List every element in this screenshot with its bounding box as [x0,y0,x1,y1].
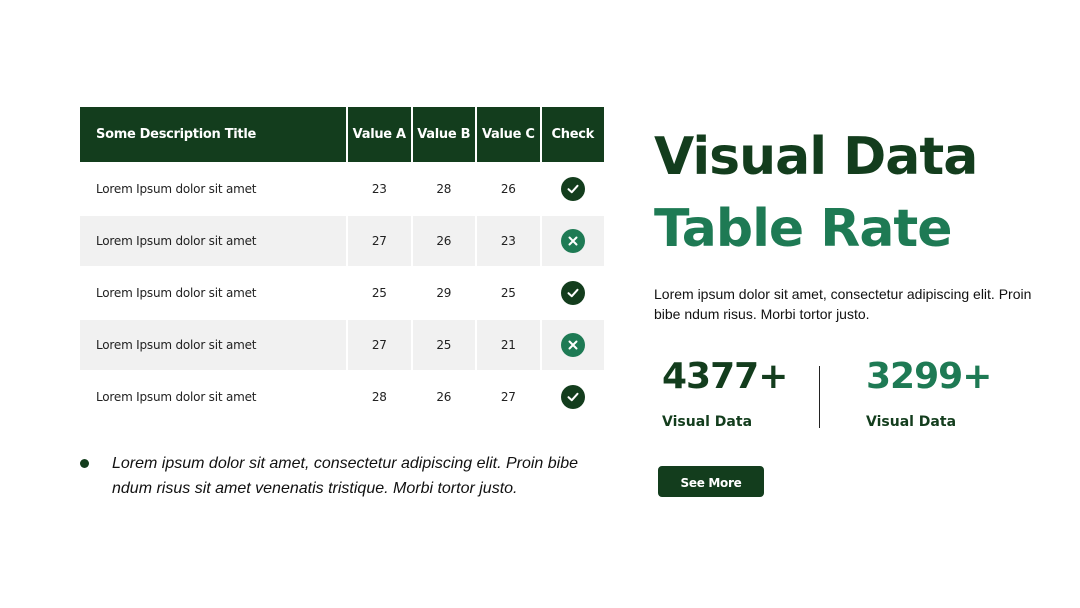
row-value-b: 26 [410,370,475,422]
row-value-a: 25 [346,266,411,318]
stat-1: 4377+ Visual Data [662,354,788,430]
row-value-b: 28 [410,162,475,214]
row-check-cell [539,318,604,370]
row-label: Lorem Ipsum dolor sit amet [80,370,346,422]
see-more-button[interactable]: See More [658,466,764,497]
data-table-container: Some Description Title Value A Value B V… [80,107,604,422]
row-value-c: 21 [475,318,540,370]
row-check-cell [539,214,604,266]
row-value-a: 27 [346,214,411,266]
check-icon [560,385,585,409]
bullet-dot-icon [80,459,89,468]
stat-1-label: Visual Data [662,414,753,430]
heading-line-2: Table Rate [654,199,953,259]
row-value-c: 25 [475,266,540,318]
stat-2-value: 3299+ [866,356,992,397]
row-value-c: 26 [475,162,540,214]
header-value-b: Value B [410,107,475,162]
x-icon [560,333,585,357]
table-row: Lorem Ipsum dolor sit amet 23 28 26 [80,162,604,214]
check-icon [560,177,585,201]
row-value-a: 27 [346,318,411,370]
table-row: Lorem Ipsum dolor sit amet 27 25 21 [80,318,604,370]
data-table: Some Description Title Value A Value B V… [80,107,604,422]
stat-divider [819,366,820,428]
table-header-row: Some Description Title Value A Value B V… [80,107,604,162]
header-value-a: Value A [346,107,411,162]
table-row: Lorem Ipsum dolor sit amet 27 26 23 [80,214,604,266]
heading-line-1: Visual Data [654,127,978,187]
bullet-note: Lorem ipsum dolor sit amet, consectetur … [80,451,600,501]
row-check-cell [539,266,604,318]
row-value-b: 29 [410,266,475,318]
check-icon [560,281,585,305]
row-value-b: 25 [410,318,475,370]
row-value-c: 23 [475,214,540,266]
table-row: Lorem Ipsum dolor sit amet 25 29 25 [80,266,604,318]
header-check: Check [539,107,604,162]
stat-2-label: Visual Data [866,414,957,430]
row-value-b: 26 [410,214,475,266]
header-description: Some Description Title [80,107,346,162]
row-label: Lorem Ipsum dolor sit amet [80,318,346,370]
row-label: Lorem Ipsum dolor sit amet [80,162,346,214]
row-check-cell [539,162,604,214]
note-text: Lorem ipsum dolor sit amet, consectetur … [112,455,578,497]
stat-1-value: 4377+ [662,356,788,397]
header-value-c: Value C [475,107,540,162]
row-value-a: 23 [346,162,411,214]
row-label: Lorem Ipsum dolor sit amet [80,214,346,266]
row-value-a: 28 [346,370,411,422]
row-value-c: 27 [475,370,540,422]
row-label: Lorem Ipsum dolor sit amet [80,266,346,318]
stat-2: 3299+ Visual Data [866,354,992,430]
row-check-cell [539,370,604,422]
table-row: Lorem Ipsum dolor sit amet 28 26 27 [80,370,604,422]
x-icon [560,229,585,253]
description-text: Lorem ipsum dolor sit amet, consectetur … [654,286,1032,322]
